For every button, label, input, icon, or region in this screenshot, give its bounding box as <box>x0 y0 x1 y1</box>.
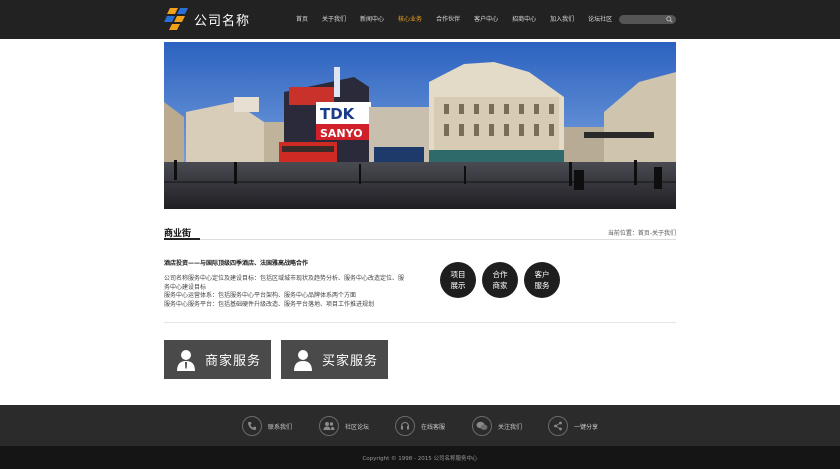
footer-label: 社区论坛 <box>345 423 370 431</box>
person-icon <box>177 349 195 371</box>
copyright-text: Copyright © 1998 - 2015 公司名称服务中心 <box>362 456 478 462</box>
footer-online-service-link[interactable]: 在线客服 <box>395 416 445 436</box>
search-input[interactable] <box>619 15 676 24</box>
circle-label: 商家 <box>492 281 508 290</box>
footer-contact-link[interactable]: 联系我们 <box>242 416 292 436</box>
footer-label: 一键分享 <box>574 423 599 431</box>
buyer-service-button[interactable]: 买家服务 <box>281 340 388 379</box>
svg-text:TDK: TDK <box>320 105 356 123</box>
logo-mark-icon <box>164 8 188 30</box>
wechat-icon <box>472 416 492 436</box>
section-divider <box>164 239 676 240</box>
share-icon <box>548 416 568 436</box>
merchant-service-button[interactable]: 商家服务 <box>164 340 271 379</box>
users-icon <box>319 416 339 436</box>
content-paragraph: 公司名称服务中心定位及建设目标：包括区域城市现状及趋势分析、服务中心改造定位、服… <box>164 275 405 291</box>
header: 公司名称 首页 关于我们 新闻中心 核心业务 合作伙伴 客户中心 招商中心 加入… <box>0 0 840 39</box>
footer-share-link[interactable]: 一键分享 <box>548 416 598 436</box>
partner-merchants-button[interactable]: 合作 商家 <box>482 262 518 298</box>
breadcrumb: 当前位置：首页-关于我们 <box>607 230 676 237</box>
footer-label: 关注我们 <box>498 423 523 431</box>
footer-label: 在线客服 <box>421 423 446 431</box>
circle-label: 合作 <box>492 270 508 279</box>
merchant-service-label: 商家服务 <box>205 354 262 369</box>
logo[interactable]: 公司名称 <box>164 8 250 30</box>
nav-item-news[interactable]: 新闻中心 <box>360 14 384 23</box>
hero-banner-image: TDK SANYO <box>164 42 676 209</box>
nav-item-about[interactable]: 关于我们 <box>322 14 346 23</box>
person-icon <box>294 349 312 371</box>
footer-links-bar: 联系我们 社区论坛 在线客服 关注我们 一键分享 <box>0 405 840 446</box>
content-paragraph: 服务中心运营体系：包括服务中心平台架构、服务中心品牌体系两个方面 <box>164 292 357 299</box>
title-underline <box>164 238 200 240</box>
buyer-service-label: 买家服务 <box>322 354 379 369</box>
footer-forum-link[interactable]: 社区论坛 <box>319 416 369 436</box>
circle-label: 项目 <box>450 270 466 279</box>
nav-item-customer[interactable]: 客户中心 <box>474 14 498 23</box>
nav-item-partners[interactable]: 合作伙伴 <box>436 14 460 23</box>
svg-text:SANYO: SANYO <box>320 127 363 140</box>
copyright-bar: Copyright © 1998 - 2015 公司名称服务中心 <box>0 446 840 469</box>
content-paragraph: 服务中心服务平台：包括基础硬件升级改造、服务平台落地、项目工作推进规划 <box>164 300 375 308</box>
search-icon[interactable] <box>666 16 673 23</box>
phone-icon <box>242 416 262 436</box>
logo-text: 公司名称 <box>194 13 251 29</box>
content-body: 公司名称服务中心定位及建设目标：包括区域城市现状及趋势分析、服务中心改造定位、服… <box>164 275 404 309</box>
circle-label: 展示 <box>450 281 466 290</box>
circle-label: 服务 <box>534 281 550 290</box>
headset-icon <box>395 416 415 436</box>
footer-label: 联系我们 <box>268 423 293 431</box>
nav-item-investment[interactable]: 招商中心 <box>512 14 536 23</box>
circle-label: 客户 <box>534 270 550 279</box>
nav-item-home[interactable]: 首页 <box>296 14 308 23</box>
project-showcase-button[interactable]: 项目 展示 <box>440 262 476 298</box>
content-divider <box>164 322 676 323</box>
main-nav: 首页 关于我们 新闻中心 核心业务 合作伙伴 客户中心 招商中心 加入我们 论坛… <box>296 14 626 23</box>
content-heading: 酒店投资——与国际顶级四季酒店、法国雅高战略合作 <box>164 260 309 267</box>
nav-item-forum[interactable]: 论坛社区 <box>588 14 612 23</box>
nav-item-join[interactable]: 加入我们 <box>550 14 574 23</box>
city-street-illustration: TDK SANYO <box>164 42 676 209</box>
nav-item-core-business[interactable]: 核心业务 <box>398 14 422 23</box>
customer-service-button[interactable]: 客户 服务 <box>524 262 560 298</box>
footer-follow-link[interactable]: 关注我们 <box>472 416 522 436</box>
